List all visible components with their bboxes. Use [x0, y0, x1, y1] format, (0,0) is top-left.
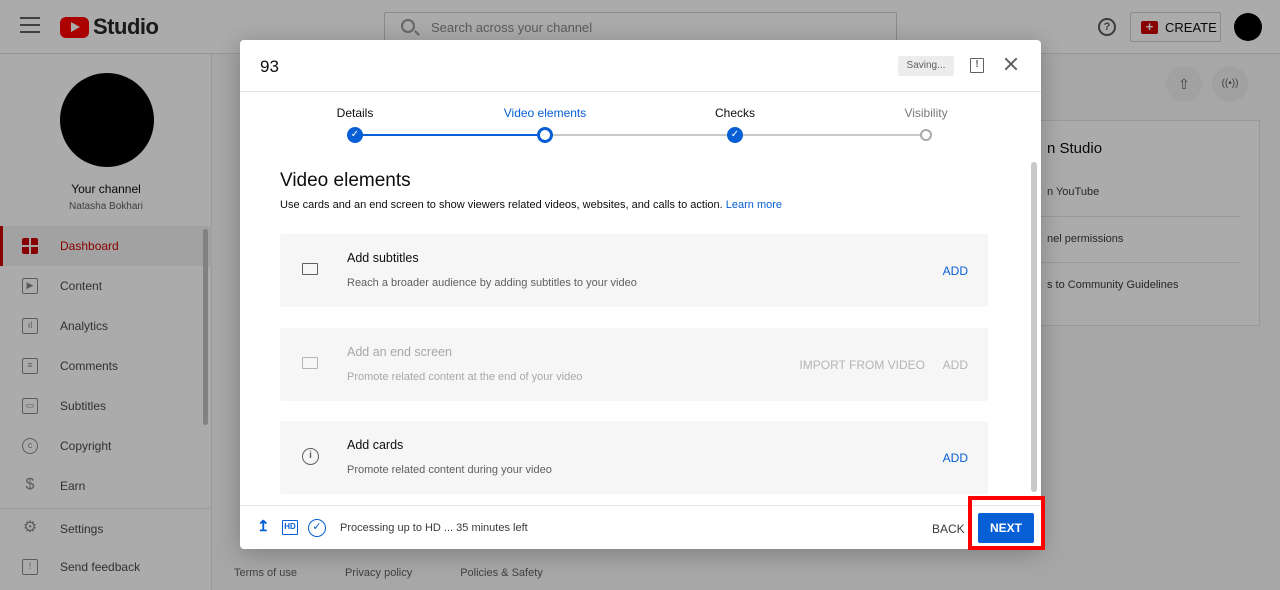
end-screen-icon [302, 357, 318, 369]
tab-details[interactable]: Details [295, 106, 415, 120]
dialog-header: 93 Saving... ! [240, 40, 1041, 92]
dialog-content: Video elements Use cards and an end scre… [240, 152, 1041, 505]
saving-status-badge: Saving... [898, 56, 954, 76]
section-title: Video elements [280, 170, 411, 191]
info-icon: i [302, 448, 319, 465]
hd-status-icon[interactable]: HD [282, 520, 298, 535]
step-connector [355, 134, 545, 136]
step-current-icon[interactable] [537, 127, 553, 143]
add-end-screen-button[interactable]: ADD [943, 358, 968, 372]
step-done-check-icon[interactable]: ✓ [727, 127, 743, 143]
upload-status-icon[interactable]: ↥ [257, 519, 270, 534]
learn-more-link[interactable]: Learn more [726, 199, 782, 211]
section-description-text: Use cards and an end screen to show view… [280, 199, 723, 211]
import-from-video-button[interactable]: IMPORT FROM VIDEO [799, 358, 925, 372]
next-button-highlight-box [968, 496, 1045, 550]
add-subtitles-button[interactable]: ADD [943, 264, 968, 278]
card-title: Add cards [347, 438, 404, 452]
section-description: Use cards and an end screen to show view… [280, 199, 782, 211]
card-title: Add subtitles [347, 251, 419, 265]
tab-video-elements[interactable]: Video elements [485, 106, 605, 120]
subtitles-icon [302, 263, 318, 275]
processing-status-text: Processing up to HD ... 35 minutes left [340, 522, 528, 534]
step-done-check-icon[interactable]: ✓ [347, 127, 363, 143]
card-title: Add an end screen [347, 345, 452, 359]
upload-dialog: 93 Saving... ! Details Video elements Ch… [240, 40, 1041, 549]
upload-stepper: Details Video elements Checks Visibility… [240, 92, 1041, 152]
step-connector [545, 134, 735, 136]
add-end-screen-card: Add an end screen Promote related conten… [280, 328, 988, 401]
add-cards-card: i Add cards Promote related content duri… [280, 421, 988, 494]
add-cards-button[interactable]: ADD [943, 451, 968, 465]
card-subtitle: Promote related content during your vide… [347, 464, 552, 476]
tab-checks[interactable]: Checks [675, 106, 795, 120]
dialog-footer: ↥ HD ✓ Processing up to HD ... 35 minute… [240, 505, 1041, 549]
card-subtitle: Promote related content at the end of yo… [347, 371, 583, 383]
tab-visibility[interactable]: Visibility [866, 106, 986, 120]
checks-status-icon[interactable]: ✓ [308, 519, 326, 537]
report-feedback-icon[interactable]: ! [970, 58, 984, 73]
add-subtitles-card: Add subtitles Reach a broader audience b… [280, 234, 988, 307]
dialog-scrollbar[interactable] [1031, 162, 1037, 492]
step-connector [735, 134, 926, 136]
card-subtitle: Reach a broader audience by adding subti… [347, 277, 637, 289]
back-button[interactable]: BACK [932, 522, 965, 536]
close-icon[interactable] [1003, 56, 1019, 72]
step-pending-icon[interactable] [920, 129, 932, 141]
dialog-title: 93 [260, 57, 279, 76]
